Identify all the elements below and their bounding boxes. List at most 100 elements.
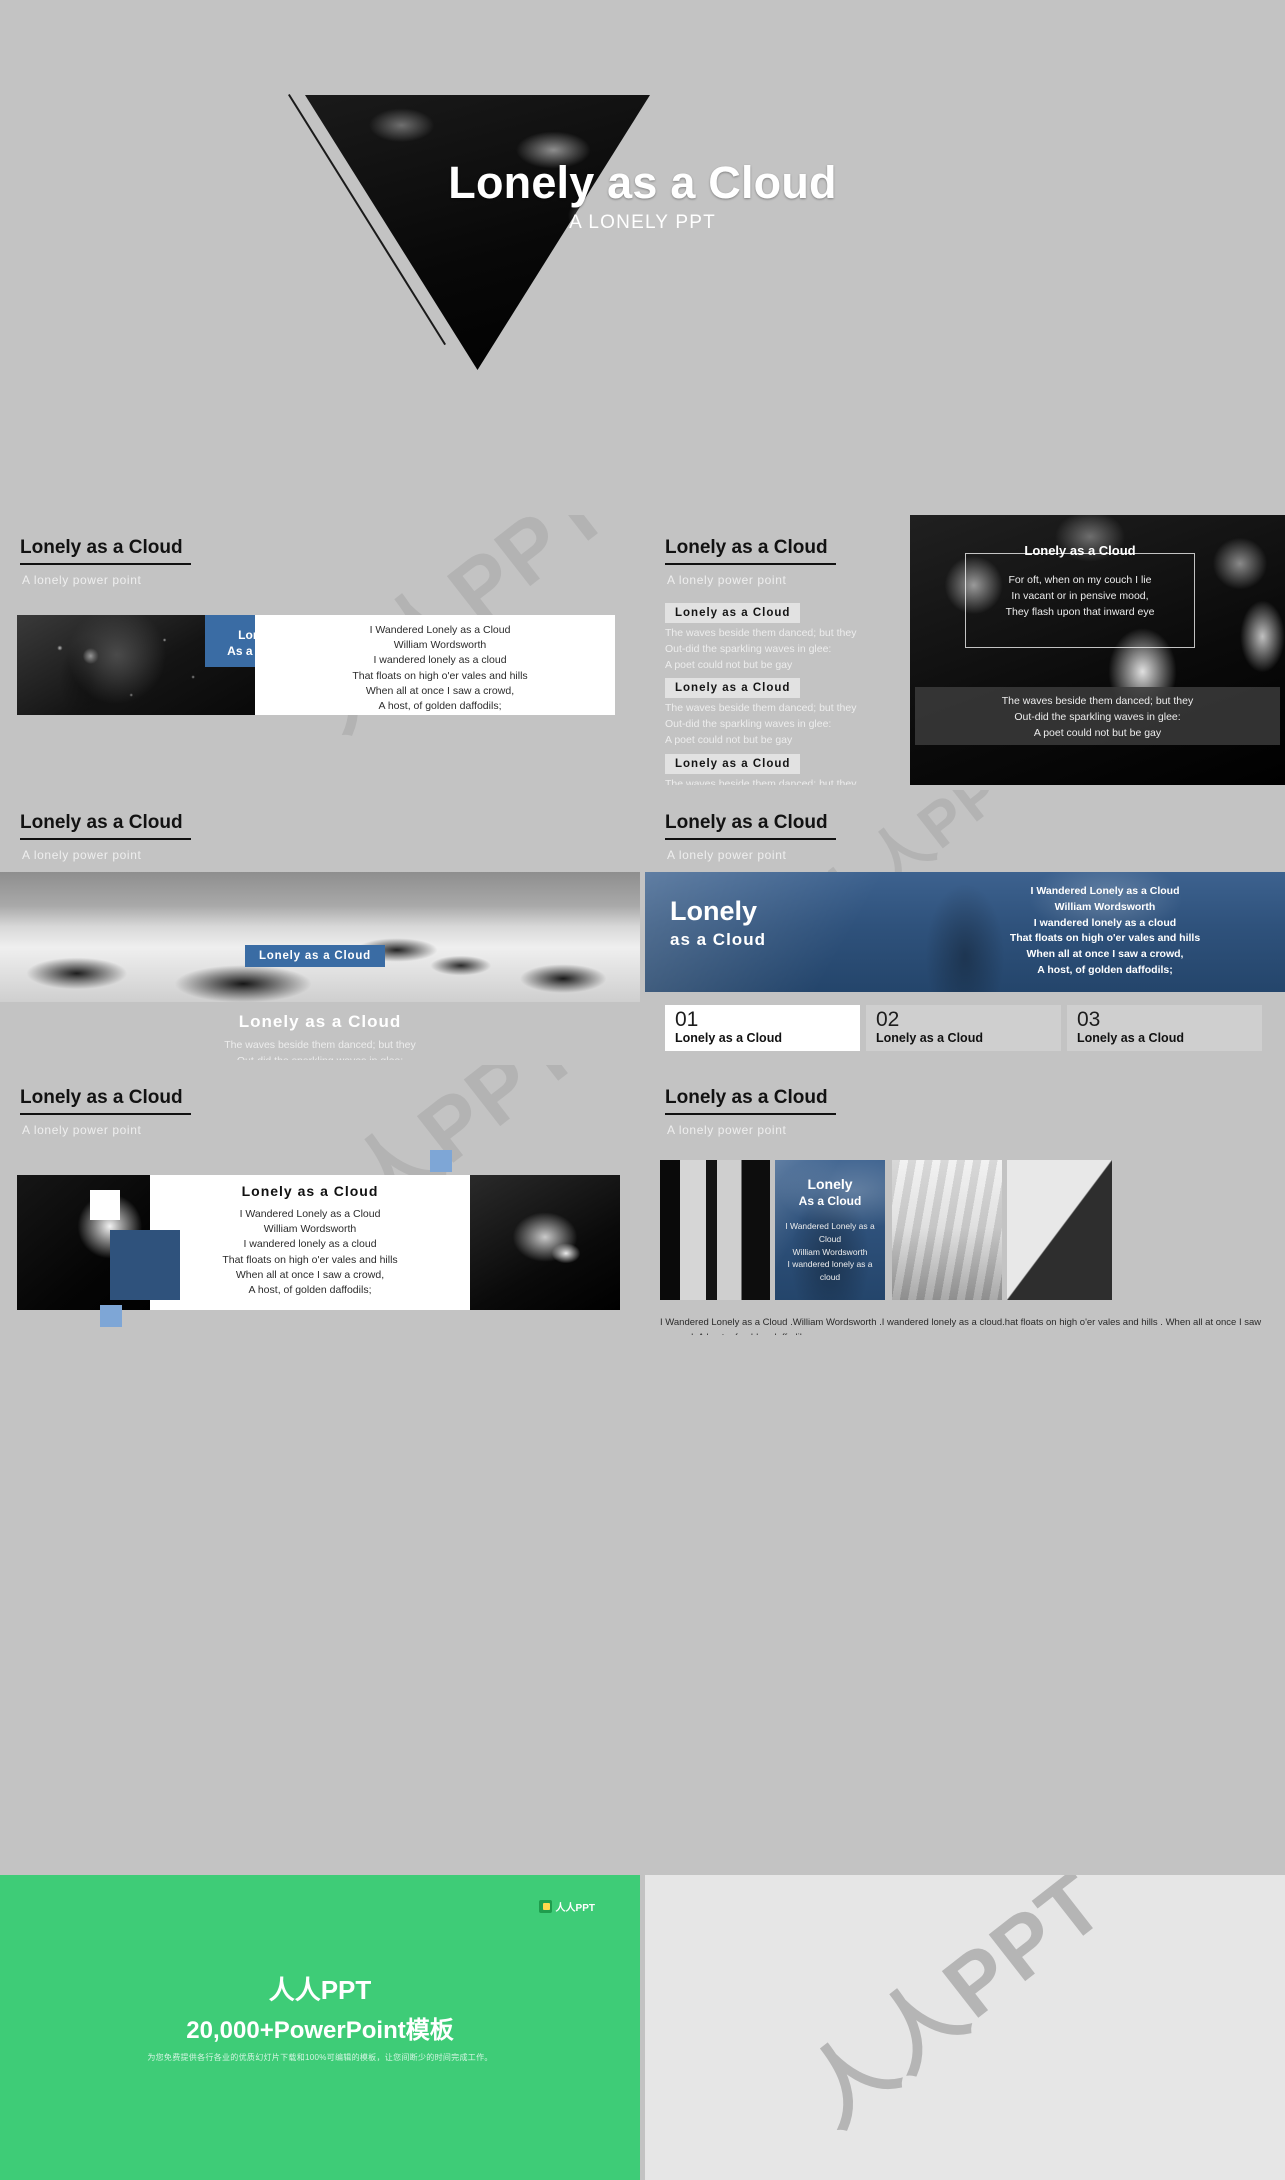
brand-logo: 人人PPT xyxy=(538,1899,595,1914)
number-card-02[interactable]: 02 Lonely as a Cloud xyxy=(866,1005,1061,1051)
card-line: I wandered lonely as a xyxy=(787,1259,873,1270)
slide-footer-text: I Wandered Lonely as a Cloud .William Wo… xyxy=(660,1317,1262,1335)
text-block: Lonely as a Cloud The waves beside them … xyxy=(665,603,890,673)
text-block: Lonely as a Cloud The waves beside them … xyxy=(665,753,890,786)
photo-seascape xyxy=(0,872,640,1002)
hero-line-2: as a Cloud xyxy=(670,930,766,949)
poem-line: A host, of golden daffodils; xyxy=(1037,963,1173,976)
card-line-2: As a Cloud xyxy=(798,1194,862,1208)
slide-subtitle: A lonely power point xyxy=(667,1123,787,1137)
footer-blank-panel: 人人PPT xyxy=(645,1875,1285,2180)
slide-title: Lonely as a Cloud xyxy=(665,812,836,840)
slide-thumbnail-5[interactable]: 人人PPT Lonely as a Cloud A lonely power p… xyxy=(645,790,1285,1060)
poem-line: William Wordsworth xyxy=(263,1223,357,1236)
photo-diagonal xyxy=(1007,1160,1112,1300)
slide-grid: 人人PPT Lonely as a Cloud A lonely power p… xyxy=(0,515,1285,1340)
block-line: The waves beside them danced; but they xyxy=(665,777,857,786)
card-line: Cloud xyxy=(818,1233,842,1244)
caption-lines: The waves beside them danced; but they O… xyxy=(0,1038,640,1060)
slide-subtitle: A lonely power point xyxy=(22,848,142,862)
poem-line: I wandered lonely as a cloud xyxy=(373,654,507,667)
poem-line: A host, of golden daffodils; xyxy=(248,1284,372,1297)
card-blue: Lonely As a Cloud I Wandered Lonely as a… xyxy=(775,1160,885,1300)
poem-line: A host, of golden daffodils; xyxy=(378,700,502,713)
block-line: Out-did the sparkling waves in glee: xyxy=(665,642,832,655)
card-line: cloud xyxy=(819,1272,841,1282)
poem-line: When all at once I saw a crowd, xyxy=(1026,948,1184,960)
hero-line-1: Lonely xyxy=(670,896,758,926)
watermark: 人人PPT xyxy=(787,1875,1123,2145)
deco-rect-blue-2 xyxy=(110,1230,180,1300)
photo-window xyxy=(660,1160,770,1300)
poem-line: I Wandered Lonely as a Cloud xyxy=(239,1208,381,1220)
poem-line: I wandered lonely as a cloud xyxy=(243,1238,377,1251)
card-label: Lonely as a Cloud xyxy=(876,1031,983,1045)
poem-line: That floats on high o'er vales and hills xyxy=(352,669,528,682)
brand-panel: 人人PPT 人人PPT 20,000+PowerPoint模板 为您免费提供各行… xyxy=(0,1875,640,2180)
slide-subtitle: A lonely power point xyxy=(22,1123,142,1137)
block-line: A poet could not but be gay xyxy=(665,733,793,746)
slide-title: Lonely as a Cloud xyxy=(20,1087,191,1115)
poem-line: That floats on high o'er vales and hills xyxy=(1009,932,1201,945)
caption-line: Out-did the sparkling waves in glee: xyxy=(0,1054,640,1060)
card-line: William Wordsworth xyxy=(792,1246,868,1257)
slide-title: Lonely as a Cloud xyxy=(20,537,191,565)
photo-line: For oft, when on my couch I lie xyxy=(1008,574,1152,586)
slide-thumbnail-3[interactable]: Lonely as a Cloud A lonely power point L… xyxy=(645,515,1285,785)
poem-line: I Wandered Lonely as a Cloud xyxy=(1030,885,1180,897)
card-number: 02 xyxy=(876,1008,900,1031)
slide-title: Lonely as a Cloud xyxy=(665,537,836,565)
slide-thumbnail-4[interactable]: Lonely as a Cloud A lonely power point L… xyxy=(0,790,640,1060)
image-badge: Lonely as a Cloud xyxy=(245,945,385,967)
slide-thumbnail-6[interactable]: 人人PPT Lonely as a Cloud A lonely power p… xyxy=(0,1065,640,1335)
number-card-01[interactable]: 01 Lonely as a Cloud xyxy=(665,1005,860,1051)
footer-subtitle: 20,000+PowerPoint模板 xyxy=(186,2017,454,2044)
card-line-1: Lonely xyxy=(807,1176,853,1192)
card-label: Lonely as a Cloud xyxy=(675,1031,782,1045)
slide-thumbnail-2[interactable]: 人人PPT Lonely as a Cloud A lonely power p… xyxy=(0,515,640,785)
number-card-03[interactable]: 03 Lonely as a Cloud xyxy=(1067,1005,1262,1051)
panel-heading: Lonely as a Cloud xyxy=(241,1183,379,1199)
card-line: I Wandered Lonely as a xyxy=(785,1221,875,1231)
slide-title: Lonely as a Cloud xyxy=(20,812,191,840)
block-line: The waves beside them danced; but they xyxy=(665,702,857,715)
block-heading: Lonely as a Cloud xyxy=(665,753,801,774)
slide-subtitle: A lonely power point xyxy=(22,573,142,587)
block-heading: Lonely as a Cloud xyxy=(665,603,801,623)
caption-line: The waves beside them danced; but they xyxy=(224,1039,416,1051)
block-heading: Lonely as a Cloud xyxy=(665,678,801,699)
photo-caption-bar: The waves beside them danced; but they O… xyxy=(915,687,1280,745)
poem-line: William Wordsworth xyxy=(393,639,487,652)
slide-title: Lonely as a Cloud xyxy=(665,1087,836,1115)
photo-cigarette xyxy=(470,1175,620,1310)
hero-slide: Lonely as a Cloud A LONELY PPT xyxy=(0,0,1285,515)
text-block-group: Lonely as a Cloud The waves beside them … xyxy=(665,603,890,785)
footer-fine-print: 为您免费提供各行各业的优质幻灯片下载和100%可编辑的模板，让您间断少的时间完成… xyxy=(147,2053,493,2062)
photo-lines: For oft, when on my couch I lie In vacan… xyxy=(970,573,1190,620)
poem-line: That floats on high o'er vales and hills xyxy=(222,1253,398,1266)
slide-subtitle: A lonely power point xyxy=(667,848,787,862)
poem-line: William Wordsworth xyxy=(1054,900,1156,913)
photo-blue-sky: Lonely as a Cloud I Wandered Lonely as a… xyxy=(645,872,1285,992)
card-label: Lonely as a Cloud xyxy=(1077,1031,1184,1045)
poem-line: I Wandered Lonely as a Cloud xyxy=(369,624,511,636)
photo-line: In vacant or in pensive mood, xyxy=(1011,589,1149,602)
photo-line: They flash upon that inward eye xyxy=(1005,605,1155,618)
deco-square-white-2 xyxy=(90,1190,120,1220)
card-lines: I Wandered Lonely as a Cloud William Wor… xyxy=(780,1220,880,1284)
poem-list: I Wandered Lonely as a Cloud William Wor… xyxy=(945,884,1265,979)
photo-stairs xyxy=(892,1160,1002,1300)
slide-thumbnail-7[interactable]: Lonely as a Cloud A lonely power point L… xyxy=(645,1065,1285,1335)
text-block: Lonely as a Cloud The waves beside them … xyxy=(665,678,890,748)
block-line: The waves beside them danced; but they xyxy=(665,627,857,639)
slide-row-3: 人人PPT Lonely as a Cloud A lonely power p… xyxy=(0,1065,1285,1335)
poem-line: When all at once I saw a crowd, xyxy=(235,1268,385,1281)
poem-line: I wandered lonely as a cloud xyxy=(1033,916,1177,929)
footer-title: 人人PPT xyxy=(268,1975,372,2005)
deco-square-blue-light-2 xyxy=(100,1305,122,1327)
hero-subtitle: A LONELY PPT xyxy=(569,212,716,233)
poem-line: When all at once I saw a crowd, xyxy=(365,684,515,697)
photo-heading: Lonely as a Cloud xyxy=(1024,543,1136,558)
caption-heading: Lonely as a Cloud xyxy=(238,1012,402,1031)
caption-line: Out-did the sparkling waves in glee: xyxy=(1014,710,1181,723)
